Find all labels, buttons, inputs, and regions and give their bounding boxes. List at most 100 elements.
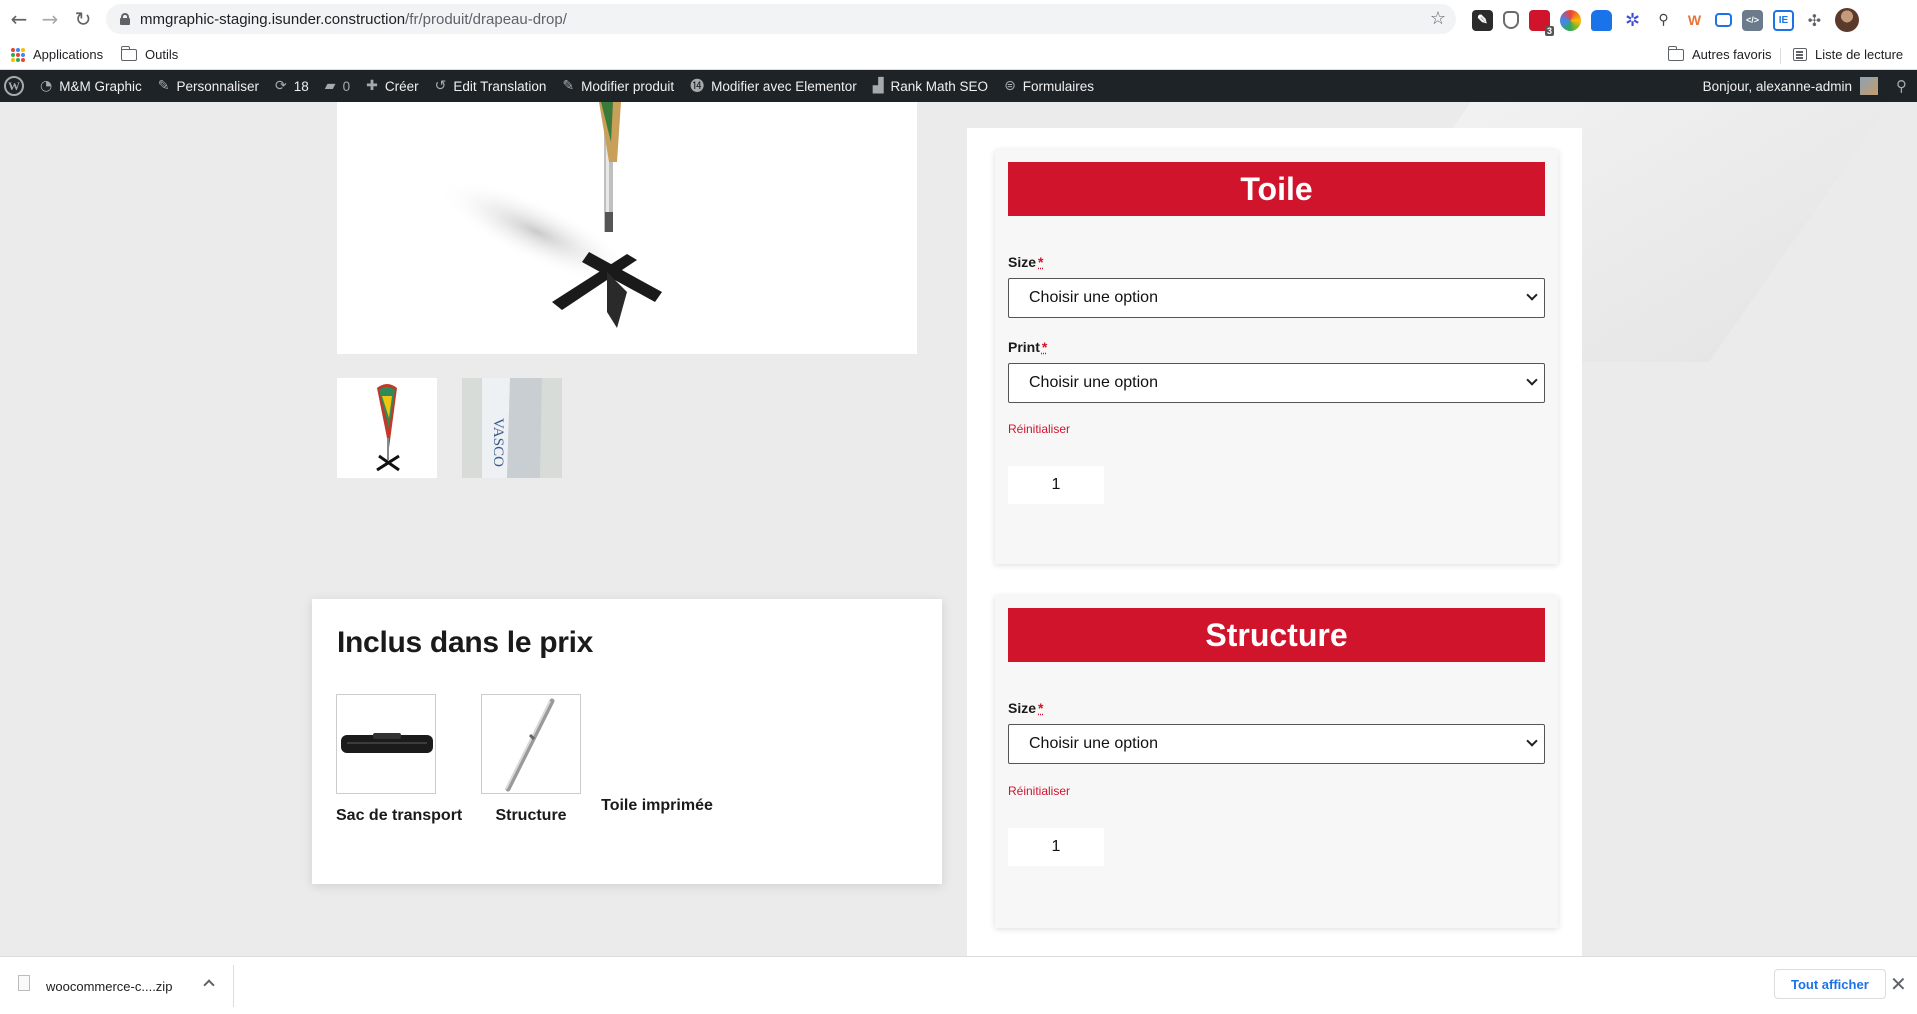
edit-translation-label: Edit Translation	[453, 78, 547, 94]
search-icon[interactable]: ⚲	[1896, 77, 1907, 95]
structure-options-card: Structure Size * Choisir une option Réini…	[995, 596, 1558, 928]
adminbar-forms[interactable]: ⊜ Formulaires	[996, 70, 1102, 102]
chevron-down-icon	[1526, 735, 1538, 747]
chevron-up-icon[interactable]	[203, 979, 215, 991]
brush-icon: ✎	[157, 78, 170, 94]
flag-thumbnail-illustration	[376, 384, 400, 472]
puzzle-extensions-icon[interactable]: ✣	[1804, 9, 1825, 31]
included-title: Inclus dans le prix	[337, 626, 594, 659]
extensions-toolbar: ✎ 3 ✲ ⚲ W </> IE ✣	[1472, 8, 1859, 36]
dashboard-gauge-icon: ◔	[40, 78, 53, 94]
size-label-text: Size	[1008, 700, 1037, 716]
product-main-image[interactable]	[337, 102, 917, 354]
adminbar-create[interactable]: ✚ Créer	[358, 70, 427, 102]
folder-icon	[120, 45, 137, 61]
product-thumbnail-1[interactable]	[337, 378, 437, 478]
asterisk-extension-icon[interactable]: ✲	[1622, 9, 1643, 31]
adminbar-customize[interactable]: ✎ Personnaliser	[150, 70, 267, 102]
svg-text:VASCO: VASCO	[490, 418, 506, 467]
poles-illustration	[505, 698, 555, 792]
toile-print-select[interactable]: Choisir une option	[1008, 363, 1545, 403]
download-file-name[interactable]: woocommerce-c....zip	[46, 979, 172, 994]
bookmark-star-icon[interactable]: ☆	[1430, 8, 1446, 29]
lock-icon	[120, 13, 130, 25]
mail-extension-icon[interactable]: 3	[1529, 9, 1554, 36]
wp-admin-bar: W ◔ M&M Graphic ✎ Personnaliser ⟳ 18 ▰ 0…	[0, 70, 1917, 102]
address-bar[interactable]: mmgraphic-staging.isunder.construction/f…	[106, 4, 1456, 34]
updates-icon: ⟳	[275, 78, 287, 94]
editor-extension-icon[interactable]: IE	[1773, 9, 1794, 31]
wordpress-extension-icon[interactable]: W	[1684, 9, 1705, 31]
pencil-icon: ✎	[562, 78, 575, 94]
wp-logo-menu[interactable]: W	[0, 70, 32, 102]
toile-quantity-input[interactable]: 1	[1008, 466, 1104, 504]
toile-reset-link[interactable]: Réinitialiser	[1008, 422, 1070, 436]
toile-size-select[interactable]: Choisir une option	[1008, 278, 1545, 318]
included-item-structure: Structure	[476, 694, 586, 825]
included-item-bag: Sac de transport	[336, 694, 463, 825]
forms-icon: ⊜	[1004, 78, 1016, 94]
adminbar-rank-math[interactable]: ▟ Rank Math SEO	[865, 70, 996, 102]
bookmark-applications[interactable]: Applications	[11, 47, 103, 62]
required-asterisk: *	[1038, 254, 1044, 270]
reading-list-icon	[1793, 48, 1807, 61]
back-arrow-icon[interactable]: ←	[6, 6, 32, 32]
shield-extension-icon[interactable]	[1503, 11, 1519, 29]
window-extension-icon[interactable]	[1715, 13, 1732, 27]
wordpress-logo-icon: W	[4, 76, 24, 96]
toile-card-title: Toile	[1008, 162, 1545, 216]
code-extension-icon[interactable]: </>	[1742, 9, 1763, 31]
edit-product-label: Modifier produit	[581, 78, 675, 94]
adminbar-updates[interactable]: ⟳ 18	[267, 70, 317, 102]
chevron-down-icon	[1526, 289, 1538, 301]
reading-list-button[interactable]: Liste de lecture	[1793, 47, 1903, 62]
color-picker-extension-icon[interactable]	[1560, 9, 1581, 31]
adminbar-edit-translation[interactable]: ↺ Edit Translation	[427, 70, 555, 102]
included-item-printed-fabric: Toile imprimée	[592, 797, 722, 815]
show-all-downloads-button[interactable]: Tout afficher	[1774, 969, 1886, 999]
required-asterisk: *	[1041, 339, 1048, 355]
plus-icon: ✚	[366, 78, 378, 94]
structure-quantity-input[interactable]: 1	[1008, 828, 1104, 866]
structure-size-select[interactable]: Choisir une option	[1008, 724, 1545, 764]
site-name-label: M&M Graphic	[59, 78, 142, 94]
forms-label: Formulaires	[1022, 78, 1095, 94]
reload-icon[interactable]: ↻	[70, 6, 96, 32]
forward-arrow-icon[interactable]: →	[37, 6, 63, 32]
structure-reset-link[interactable]: Réinitialiser	[1008, 784, 1070, 798]
person-extension-icon[interactable]: ⚲	[1653, 9, 1674, 31]
close-icon[interactable]: ✕	[1890, 972, 1907, 996]
updates-count: 18	[293, 78, 309, 94]
extension-badge: 3	[1544, 25, 1554, 36]
structure-size-label: Size *	[1008, 700, 1043, 716]
included-in-price-section: Inclus dans le prix Sac de transport Str…	[312, 599, 942, 884]
bag-illustration	[341, 733, 433, 753]
chevron-down-icon	[1526, 374, 1538, 386]
download-divider	[233, 965, 234, 1007]
adminbar-comments[interactable]: ▰ 0	[317, 70, 358, 102]
profile-avatar[interactable]	[1835, 8, 1859, 32]
bookmark-label: Autres favoris	[1692, 47, 1772, 62]
product-options-panel: Toile Size * Choisir une option Print * Ch…	[967, 128, 1582, 956]
included-item-label: Sac de transport	[336, 807, 463, 824]
comments-count: 0	[342, 78, 351, 94]
ghost-extension-icon[interactable]	[1591, 9, 1612, 31]
pen-extension-icon[interactable]: ✎	[1472, 9, 1493, 31]
customize-label: Personnaliser	[176, 78, 260, 94]
elementor-icon: ⓮	[690, 79, 705, 95]
size-label-text: Size	[1008, 254, 1037, 270]
flag-stand-illustration	[436, 102, 662, 328]
product-thumbnail-2[interactable]: VASCO	[462, 378, 562, 478]
adminbar-account[interactable]: Bonjour, alexanne-admin ⚲	[1703, 70, 1907, 102]
included-item-label: Toile imprimée	[601, 797, 713, 814]
bookmark-folder-other[interactable]: Autres favoris	[1667, 45, 1772, 62]
user-avatar	[1860, 77, 1878, 95]
url-path: /fr/produit/drapeau-drop/	[405, 10, 567, 28]
adminbar-site-name[interactable]: ◔ M&M Graphic	[32, 70, 150, 102]
elementor-label: Modifier avec Elementor	[711, 78, 857, 94]
adminbar-edit-product[interactable]: ✎ Modifier produit	[554, 70, 682, 102]
adminbar-elementor[interactable]: ⓮ Modifier avec Elementor	[682, 70, 865, 102]
bookmarks-bar: Applications Outils Autres favoris Liste…	[0, 40, 1917, 70]
bookmarks-divider	[1780, 48, 1781, 64]
bookmark-folder-outils[interactable]: Outils	[120, 45, 178, 62]
